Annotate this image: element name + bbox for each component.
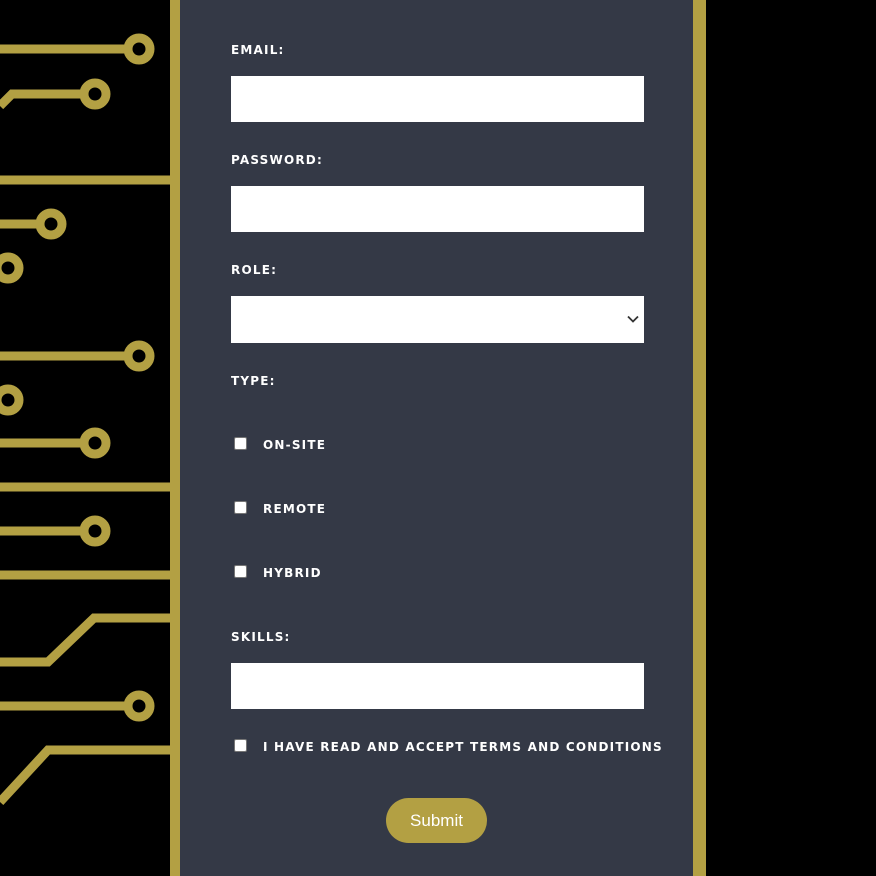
registration-form: EMAIL: PASSWORD: ROLE: TYPE: ON-SITE REM… (180, 0, 693, 876)
chevron-down-icon (627, 315, 639, 323)
page: EMAIL: PASSWORD: ROLE: TYPE: ON-SITE REM… (0, 0, 876, 876)
remote-label: REMOTE (263, 502, 327, 516)
remote-checkbox[interactable] (234, 501, 247, 514)
submit-button[interactable]: Submit (386, 798, 487, 843)
password-input[interactable] (231, 186, 644, 232)
skills-input[interactable] (231, 663, 644, 709)
email-label: EMAIL: (231, 43, 285, 57)
type-label: TYPE: (231, 374, 276, 388)
terms-label: I HAVE READ AND ACCEPT TERMS AND CONDITI… (263, 740, 663, 754)
password-label: PASSWORD: (231, 153, 323, 167)
hybrid-label: HYBRID (263, 566, 322, 580)
onsite-label: ON-SITE (263, 438, 327, 452)
terms-checkbox[interactable] (234, 739, 247, 752)
role-label: ROLE: (231, 263, 278, 277)
hybrid-checkbox[interactable] (234, 565, 247, 578)
skills-label: SKILLS: (231, 630, 291, 644)
email-input[interactable] (231, 76, 644, 122)
onsite-checkbox[interactable] (234, 437, 247, 450)
role-select[interactable] (231, 296, 644, 343)
